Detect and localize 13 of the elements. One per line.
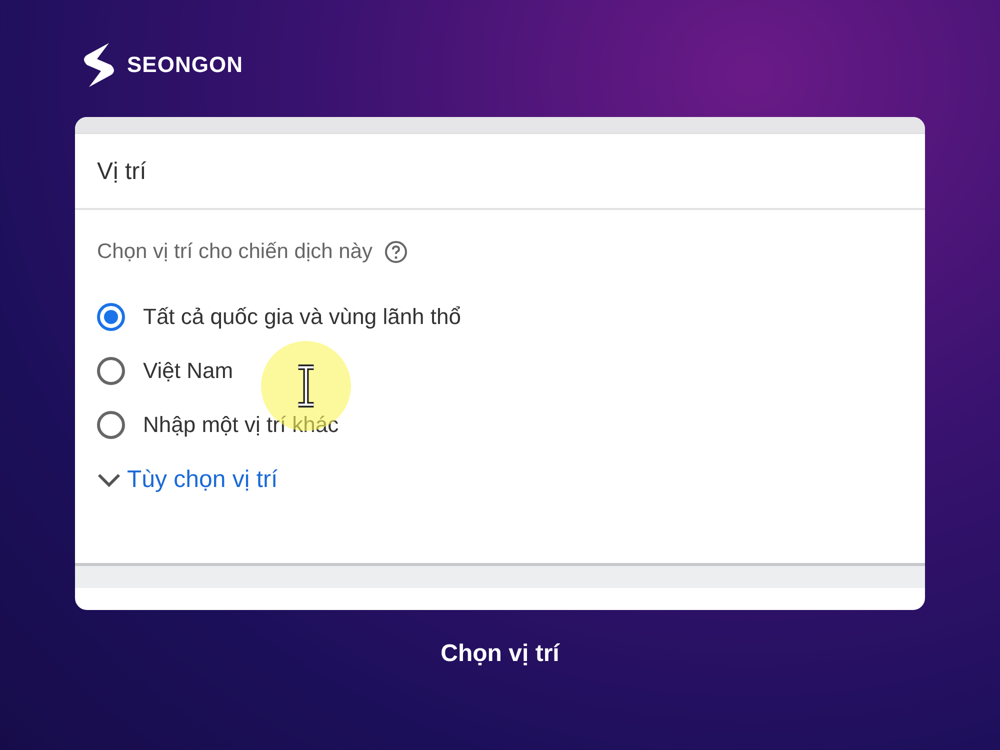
option-label[interactable]: Tất cả quốc gia và vùng lãnh thổ (143, 304, 461, 330)
radio-button[interactable] (97, 411, 125, 439)
section-title: Vị trí (96, 157, 148, 187)
brand-name: SEONGON (127, 52, 243, 78)
chevron-down-icon[interactable] (97, 472, 121, 488)
option-label[interactable]: Nhập một vị trí khác (143, 412, 339, 438)
prompt-text: Chọn vị trí cho chiến dịch này (97, 240, 372, 264)
location-options-link[interactable]: Tùy chọn vị trí (127, 466, 278, 494)
radio-button[interactable] (97, 303, 125, 331)
caption: Chọn vị trí (440, 640, 561, 668)
option-label[interactable]: Việt Nam (143, 358, 234, 384)
help-icon[interactable] (384, 240, 408, 264)
radio-button[interactable] (97, 357, 125, 385)
